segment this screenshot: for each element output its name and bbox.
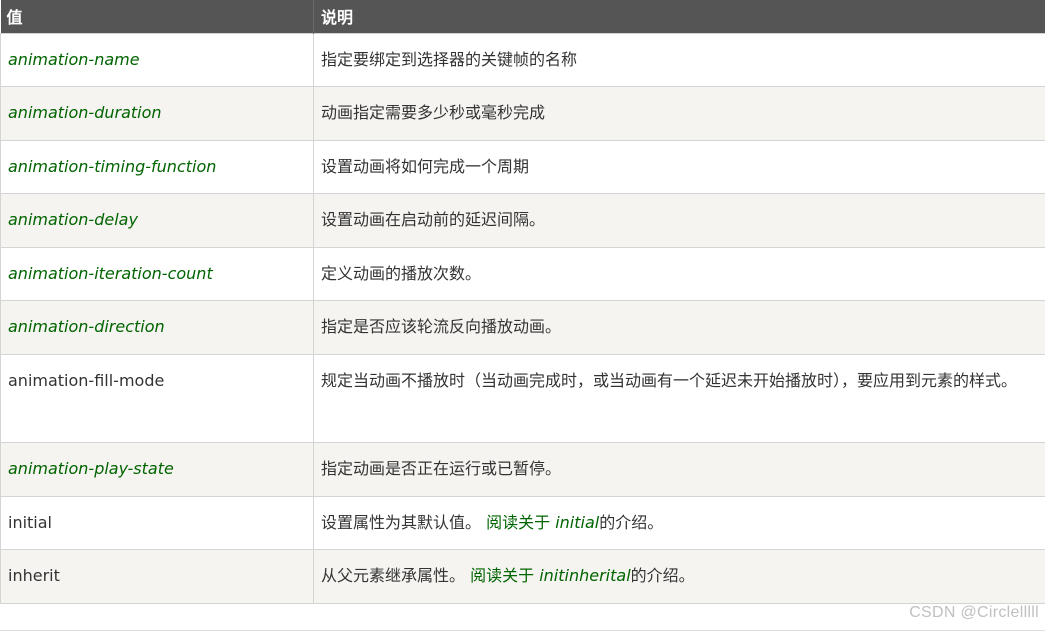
property-name: animation-timing-function	[8, 156, 217, 176]
description-cell: 定义动画的播放次数。	[313, 246, 1045, 301]
property-cell: animation-duration	[0, 85, 314, 141]
property-name: animation-name	[8, 49, 140, 69]
link-suffix: 的介绍。	[630, 566, 695, 585]
read-more-link-inherit[interactable]: 阅读关于 initinherital	[470, 566, 631, 585]
property-cell: animation-fill-mode	[0, 353, 314, 443]
property-name: initial	[8, 512, 52, 532]
description-cell: 从父元素继承属性。 阅读关于 initinherital的介绍。	[313, 548, 1045, 604]
description-cell: 设置动画在启动前的延迟间隔。	[313, 192, 1045, 248]
link-term: initinherital	[539, 566, 631, 585]
property-cell: initial	[0, 495, 314, 550]
property-description: 指定动画是否正在运行或已暂停。	[321, 459, 562, 478]
property-cell: animation-delay	[0, 192, 314, 248]
description-cell: 设置动画将如何完成一个周期	[313, 139, 1045, 194]
description-cell: 指定动画是否正在运行或已暂停。	[313, 441, 1045, 497]
header-value: 值	[0, 0, 314, 33]
link-text: 阅读关于	[470, 566, 535, 585]
link-term: initial	[555, 512, 600, 532]
table-row: animation-play-state 指定动画是否正在运行或已暂停。	[0, 441, 1045, 497]
property-description: 指定是否应该轮流反向播放动画。	[321, 317, 562, 336]
property-description: 从父元素继承属性。	[321, 566, 466, 585]
table-row: animation-duration 动画指定需要多少秒或毫秒完成	[0, 85, 1045, 141]
table-row: inherit 从父元素继承属性。 阅读关于 initinherital的介绍。	[0, 548, 1045, 604]
link-text: 阅读关于	[486, 512, 551, 532]
table-row: animation-name 指定要绑定到选择器的关键帧的名称	[0, 32, 1045, 87]
table-row: animation-timing-function 设置动画将如何完成一个周期	[0, 139, 1045, 194]
property-cell: inherit	[0, 548, 314, 604]
page: 值 说明 animation-name 指定要绑定到选择器的关键帧的名称 ani…	[0, 0, 1045, 633]
description-cell: 指定要绑定到选择器的关键帧的名称	[313, 32, 1045, 87]
description-cell: 指定是否应该轮流反向播放动画。	[313, 299, 1045, 355]
property-cell: animation-timing-function	[0, 139, 314, 194]
table-row: animation-fill-mode 规定当动画不播放时（当动画完成时，或当动…	[0, 353, 1045, 443]
description-cell: 动画指定需要多少秒或毫秒完成	[313, 85, 1045, 141]
property-name: animation-fill-mode	[8, 370, 165, 390]
property-cell: animation-play-state	[0, 441, 314, 497]
table-header-row: 值 说明	[0, 0, 1045, 33]
property-cell: animation-iteration-count	[0, 246, 314, 301]
property-cell: animation-name	[0, 32, 314, 87]
table-row: animation-iteration-count 定义动画的播放次数。	[0, 246, 1045, 301]
header-description: 说明	[313, 0, 1045, 33]
property-name: animation-direction	[8, 317, 165, 336]
property-name: inherit	[8, 566, 60, 585]
property-name: animation-delay	[8, 210, 138, 229]
property-cell: animation-direction	[0, 299, 314, 355]
property-name: animation-iteration-count	[8, 263, 213, 283]
description-cell: 设置属性为其默认值。 阅读关于 initial的介绍。	[313, 495, 1045, 550]
table-row: initial 设置属性为其默认值。 阅读关于 initial的介绍。	[0, 495, 1045, 550]
property-description: 设置动画在启动前的延迟间隔。	[321, 210, 546, 229]
description-cell: 规定当动画不播放时（当动画完成时，或当动画有一个延迟未开始播放时），要应用到元素…	[313, 353, 1045, 443]
property-description: 指定要绑定到选择器的关键帧的名称	[321, 49, 578, 69]
property-description: 设置属性为其默认值。	[321, 512, 482, 532]
divider	[0, 630, 1045, 631]
property-description: 规定当动画不播放时（当动画完成时，或当动画有一个延迟未开始播放时），要应用到元素…	[321, 370, 1018, 390]
property-name: animation-play-state	[8, 459, 174, 478]
read-more-link-initial[interactable]: 阅读关于 initial	[486, 513, 599, 532]
property-name: animation-duration	[8, 103, 162, 122]
property-description: 定义动画的播放次数。	[321, 263, 482, 283]
property-description: 动画指定需要多少秒或毫秒完成	[321, 103, 546, 122]
property-description: 设置动画将如何完成一个周期	[321, 156, 530, 176]
table-row: animation-delay 设置动画在启动前的延迟间隔。	[0, 192, 1045, 248]
watermark: CSDN @Circlelllll	[909, 604, 1039, 621]
table-row: animation-direction 指定是否应该轮流反向播放动画。	[0, 299, 1045, 355]
css-reference-table: 值 说明 animation-name 指定要绑定到选择器的关键帧的名称 ani…	[0, 0, 1045, 604]
link-suffix: 的介绍。	[599, 512, 664, 532]
